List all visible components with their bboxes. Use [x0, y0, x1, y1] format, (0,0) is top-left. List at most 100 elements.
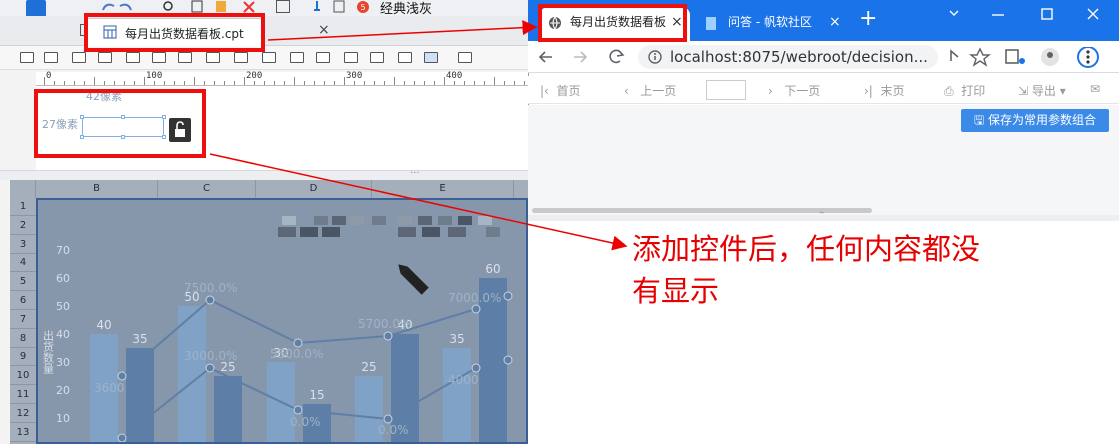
- first-page-label: 首页: [556, 84, 581, 98]
- ruler-tick: [104, 81, 105, 85]
- widget-text-icon[interactable]: [290, 52, 304, 63]
- series-point: [383, 414, 393, 424]
- print-button[interactable]: ⎙ 打印: [944, 82, 985, 99]
- ruler-tick: [294, 77, 295, 85]
- series-point: [503, 291, 513, 301]
- ruler-tick: [404, 81, 405, 85]
- first-page-button[interactable]: |‹ 首页: [540, 82, 581, 99]
- print-label: 打印: [961, 84, 986, 98]
- bar-value-label: 35: [132, 332, 147, 346]
- widget-combobox-icon[interactable]: [98, 52, 112, 63]
- ruler-tick: [54, 81, 55, 85]
- ruler-tick: [284, 81, 285, 85]
- email-icon[interactable]: ✉: [1090, 82, 1100, 96]
- column-header-e[interactable]: E: [372, 180, 514, 198]
- url-omnibox[interactable]: localhost:8075/webroot/decision...: [638, 45, 938, 69]
- classic-light-theme-label[interactable]: 经典浅灰: [380, 0, 432, 17]
- blurred-title-block: [278, 227, 296, 237]
- blurred-title-block: [398, 227, 416, 237]
- highlight-browser-tab-box: [538, 4, 687, 42]
- widget-label-icon[interactable]: [20, 52, 34, 63]
- prev-page-button[interactable]: ‹ 上一页: [624, 82, 676, 99]
- column-header-d[interactable]: D: [256, 180, 372, 198]
- widget-table-icon[interactable]: [398, 52, 412, 63]
- ruler-tick: [174, 81, 175, 85]
- widget-textfield-icon[interactable]: [44, 52, 58, 63]
- preview-icon[interactable]: [276, 0, 290, 13]
- line-value-label: 4000: [448, 373, 479, 387]
- row-header[interactable]: 1: [10, 198, 36, 216]
- select-all-corner[interactable]: [10, 180, 36, 198]
- y-tick-label: 30: [56, 356, 70, 369]
- ruler-tick: [364, 81, 365, 85]
- row-header[interactable]: 7: [10, 311, 36, 329]
- widget-date-icon[interactable]: [262, 52, 276, 63]
- last-page-label: 末页: [880, 84, 905, 98]
- tab-fanruan-qa[interactable]: 问答 - 帆软社区 ×: [698, 7, 848, 41]
- info-icon[interactable]: [648, 50, 662, 64]
- undo-redo-icons[interactable]: [100, 0, 134, 14]
- ruler-number: 100: [146, 71, 163, 81]
- ruler-tick: [134, 81, 135, 85]
- ruler-tick: [424, 81, 425, 85]
- widget-password-icon[interactable]: [178, 52, 192, 63]
- browser-action-icons[interactable]: [918, 47, 1113, 69]
- close-tab2-icon[interactable]: ×: [318, 22, 330, 38]
- new-tab-button[interactable]: +: [859, 6, 877, 31]
- ruler-number: 0: [46, 71, 52, 81]
- widget-list-icon[interactable]: [316, 52, 330, 63]
- column-header-b[interactable]: B: [36, 180, 158, 198]
- export-button[interactable]: ⇲ 导出 ▾: [1018, 82, 1066, 99]
- series-point: [205, 295, 215, 305]
- blurred-title-block: [372, 216, 386, 225]
- series-point: [205, 363, 215, 373]
- widget-radio-icon[interactable]: [206, 52, 220, 63]
- row-header[interactable]: 10: [10, 367, 36, 386]
- ribbon-misc-icons[interactable]: 5: [312, 0, 372, 14]
- widget-number-icon[interactable]: [152, 52, 166, 63]
- blurred-title-block: [398, 216, 412, 225]
- bar-value-label: 60: [485, 262, 500, 276]
- column-header-c[interactable]: C: [158, 180, 256, 198]
- ruler-tick: [444, 77, 445, 85]
- row-header[interactable]: 12: [10, 405, 36, 423]
- blurred-title-block: [422, 227, 440, 237]
- close-tab2-icon[interactable]: ×: [829, 7, 841, 37]
- row-header[interactable]: 2: [10, 217, 36, 235]
- row-header[interactable]: 9: [10, 348, 36, 367]
- row-header[interactable]: 4: [10, 254, 36, 273]
- pane-splitter[interactable]: ···: [0, 168, 528, 180]
- save-common-params-button[interactable]: 🖫 保存为常用参数组合: [961, 109, 1109, 132]
- row-header[interactable]: 13: [10, 424, 36, 442]
- series-point: [471, 363, 481, 373]
- widget-checkgroup-icon[interactable]: [344, 52, 358, 63]
- edit-icons[interactable]: [160, 0, 270, 14]
- row-header[interactable]: 8: [10, 330, 36, 348]
- ruler-tick: [84, 81, 85, 85]
- row-header[interactable]: 5: [10, 273, 36, 292]
- window-controls[interactable]: [948, 6, 1108, 22]
- last-page-button[interactable]: ›| 末页: [864, 82, 905, 99]
- widget-textarea-icon[interactable]: [126, 52, 140, 63]
- chart-widget[interactable]: 706050403020100出货数量403550253015254035603…: [36, 198, 528, 444]
- y-tick-label: 40: [56, 328, 70, 341]
- report-page-toolbar: |‹ 首页 ‹ 上一页 › 下一页 ›| 末页 ⎙ 打印 ⇲ 导出 ▾ ✉: [528, 76, 1119, 104]
- widget-query-icon[interactable]: [458, 52, 472, 63]
- series-point: [503, 355, 513, 365]
- widget-checkbox-icon[interactable]: [234, 52, 248, 63]
- ruler-tick: [304, 81, 305, 85]
- next-page-button[interactable]: › 下一页: [768, 82, 820, 99]
- ruler-tick: [484, 81, 485, 85]
- ruler-tick: [234, 81, 235, 85]
- chart-canvas: 706050403020100出货数量403550253015254035603…: [42, 216, 513, 442]
- widget-tree-icon[interactable]: [370, 52, 384, 63]
- row-header[interactable]: 11: [10, 386, 36, 404]
- line-value-label: 0.0%: [378, 423, 409, 437]
- widget-dropdown-icon[interactable]: [424, 52, 438, 63]
- row-header[interactable]: 3: [10, 236, 36, 254]
- page-number-input[interactable]: [706, 80, 746, 100]
- widget-button-icon[interactable]: [72, 52, 86, 63]
- row-header[interactable]: 6: [10, 292, 36, 310]
- nav-icons[interactable]: [538, 47, 628, 67]
- ruler-tick: [494, 77, 495, 85]
